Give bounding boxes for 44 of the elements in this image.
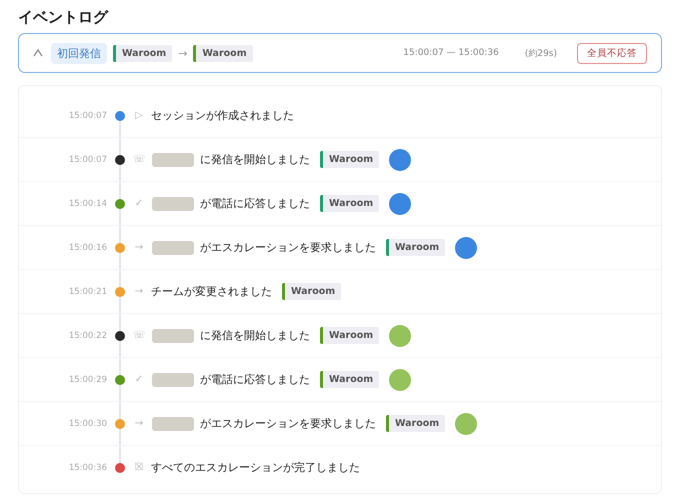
- event-text: に発信を開始しました: [200, 328, 310, 343]
- event-text: すべてのエスカレーションが完了しました: [151, 460, 360, 475]
- team-tag: Waroom: [193, 44, 253, 62]
- team-tag: Waroom: [320, 327, 380, 344]
- section-title: イベントログ: [18, 8, 110, 27]
- team-tag: Waroom: [320, 195, 380, 212]
- summary-card[interactable]: 初回発信 Waroom → Waroom 15:00:07 — 15:00:36 (約29s) 全員不応答: [18, 33, 662, 73]
- chevron-icon[interactable]: [33, 48, 43, 58]
- event-icon: →: [133, 286, 145, 297]
- event-text: セッションが作成されました: [151, 108, 294, 123]
- event-time: 15:00:29: [68, 374, 107, 384]
- team-tag: Waroom: [113, 44, 172, 62]
- event-time: 15:00:36: [68, 462, 107, 472]
- team-tag: Waroom: [320, 151, 380, 168]
- event-icon: ☏: [133, 330, 145, 341]
- event-text: がエスカレーションを要求しました: [200, 416, 376, 431]
- time-range: 15:00:07 — 15:00:36: [403, 48, 499, 58]
- event-time: 15:00:30: [68, 418, 107, 428]
- event-time: 15:00:22: [68, 330, 107, 340]
- event-icon: ✓: [133, 198, 145, 209]
- arrow-text: →: [178, 46, 188, 60]
- event-text: チームが変更されました: [151, 284, 272, 299]
- event-text: が電話に応答しました: [200, 196, 310, 211]
- call-label: 初回発信: [51, 42, 107, 64]
- team-tag: Waroom: [386, 415, 446, 432]
- team-tag: Waroom: [282, 283, 342, 300]
- event-icon: ▷: [133, 110, 145, 121]
- team-tag: Waroom: [320, 371, 380, 388]
- status-badge: 全員不応答: [577, 42, 647, 64]
- event-text: がエスカレーションを要求しました: [200, 240, 376, 255]
- event-icon: ✓: [133, 374, 145, 385]
- event-time: 15:00:07: [68, 154, 107, 164]
- team-tag: Waroom: [386, 239, 446, 256]
- event-time: 15:00:07: [68, 110, 107, 120]
- event-icon: →: [133, 418, 145, 429]
- event-icon: →: [133, 242, 145, 253]
- event-icon: ☒: [133, 462, 145, 473]
- event-icon: ☏: [133, 154, 145, 165]
- duration: (約29s): [524, 48, 557, 60]
- event-time: 15:00:21: [68, 286, 107, 296]
- event-text: が電話に応答しました: [200, 372, 310, 387]
- event-time: 15:00:14: [68, 198, 107, 208]
- event-text: に発信を開始しました: [200, 152, 310, 167]
- event-time: 15:00:16: [68, 242, 107, 252]
